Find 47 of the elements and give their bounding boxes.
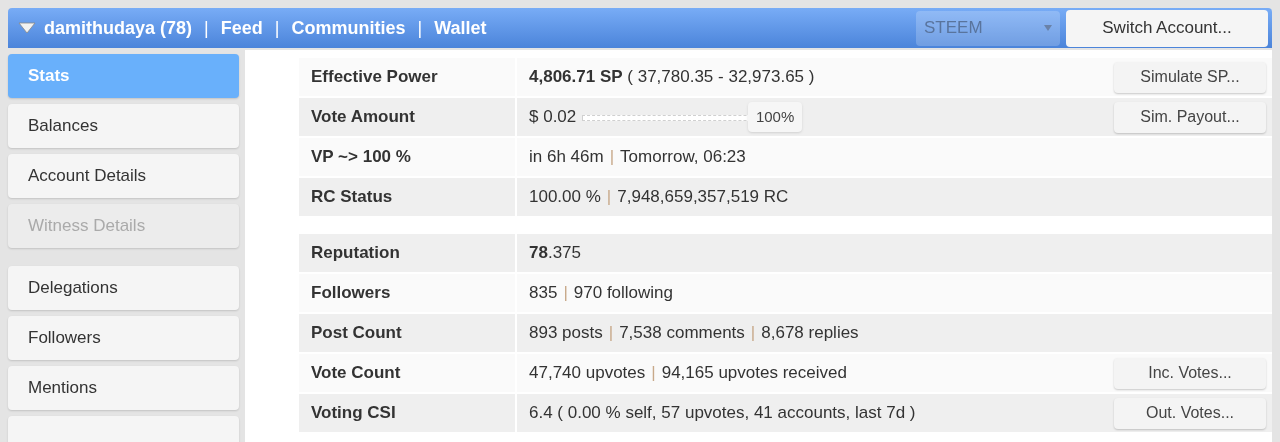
value-text: 835 (529, 282, 558, 305)
separator: | (608, 322, 614, 345)
separator: | (606, 186, 612, 209)
stat-label: Vote Count (299, 354, 515, 392)
action-button[interactable]: Out. Votes... (1114, 397, 1266, 429)
stat-label: Vote Amount (299, 98, 515, 136)
sidebar-item[interactable]: Delegations (8, 266, 239, 310)
separator: | (204, 16, 209, 40)
action-button[interactable]: Simulate SP... (1114, 61, 1266, 93)
stat-label: Post Count (299, 314, 515, 352)
action-button[interactable]: Inc. Votes... (1114, 357, 1266, 389)
value-text: 7,538 comments (619, 322, 745, 345)
value-text: 100.00 % (529, 186, 601, 209)
caret-icon (1044, 25, 1052, 31)
value-text: 94,165 upvotes received (661, 362, 847, 385)
value-text: 7,948,659,357,519 RC (617, 186, 789, 209)
switch-account-button[interactable]: Switch Account... (1066, 9, 1268, 47)
stat-label: Reputation (299, 234, 515, 272)
separator: | (651, 362, 656, 385)
value-text: 8,678 replies (761, 322, 859, 345)
value-text: 6.4 ( 0.00 % self, 57 upvotes, 41 accounts, last 7d ) (529, 402, 916, 425)
stat-label: RC Status (299, 178, 515, 216)
separator: | (750, 322, 756, 345)
sidebar-item[interactable]: Mentions (8, 366, 239, 410)
sidebar-item[interactable]: Account Details (8, 154, 239, 198)
sidebar-item[interactable]: Balances (8, 104, 239, 148)
separator: | (417, 16, 423, 40)
value-text: in 6h 46m (529, 146, 604, 169)
stat-label: Followers (299, 274, 515, 312)
value-text: 970 following (573, 282, 674, 305)
separator: | (563, 282, 568, 305)
value-text: $ 0.02 (529, 106, 577, 129)
action-button[interactable]: Sim. Payout... (1114, 101, 1266, 133)
value-text: 47,740 upvotes (529, 362, 646, 385)
dropdown-triangle-icon[interactable] (18, 22, 36, 34)
vote-slider[interactable]: 100% (582, 102, 803, 132)
value-text: 893 posts (529, 322, 603, 345)
separator: | (609, 146, 615, 169)
separator: | (274, 16, 280, 40)
value-text: 78.375 (529, 242, 581, 265)
value-text: Tomorrow, 06:23 (620, 146, 746, 169)
stat-label: VP ~> 100 % (299, 138, 515, 176)
stat-label: Effective Power (299, 58, 515, 96)
value-text: 4,806.71 SP ( 37,780.35 - 32,973.65 ) (529, 66, 815, 89)
slider-thumb[interactable]: 100% (747, 102, 803, 132)
sidebar-item[interactable]: Followers (8, 316, 239, 360)
stat-label: Voting CSI (299, 394, 515, 432)
